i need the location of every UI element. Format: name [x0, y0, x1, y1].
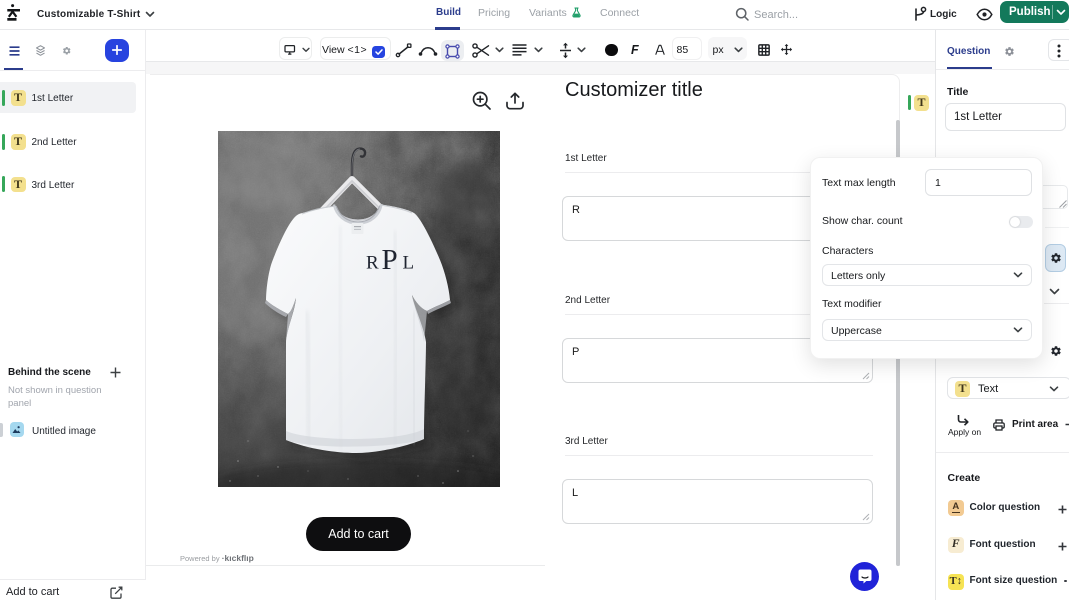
svg-text:R: R — [366, 253, 379, 274]
svg-text:P: P — [382, 244, 398, 276]
svg-text:L: L — [403, 253, 415, 274]
